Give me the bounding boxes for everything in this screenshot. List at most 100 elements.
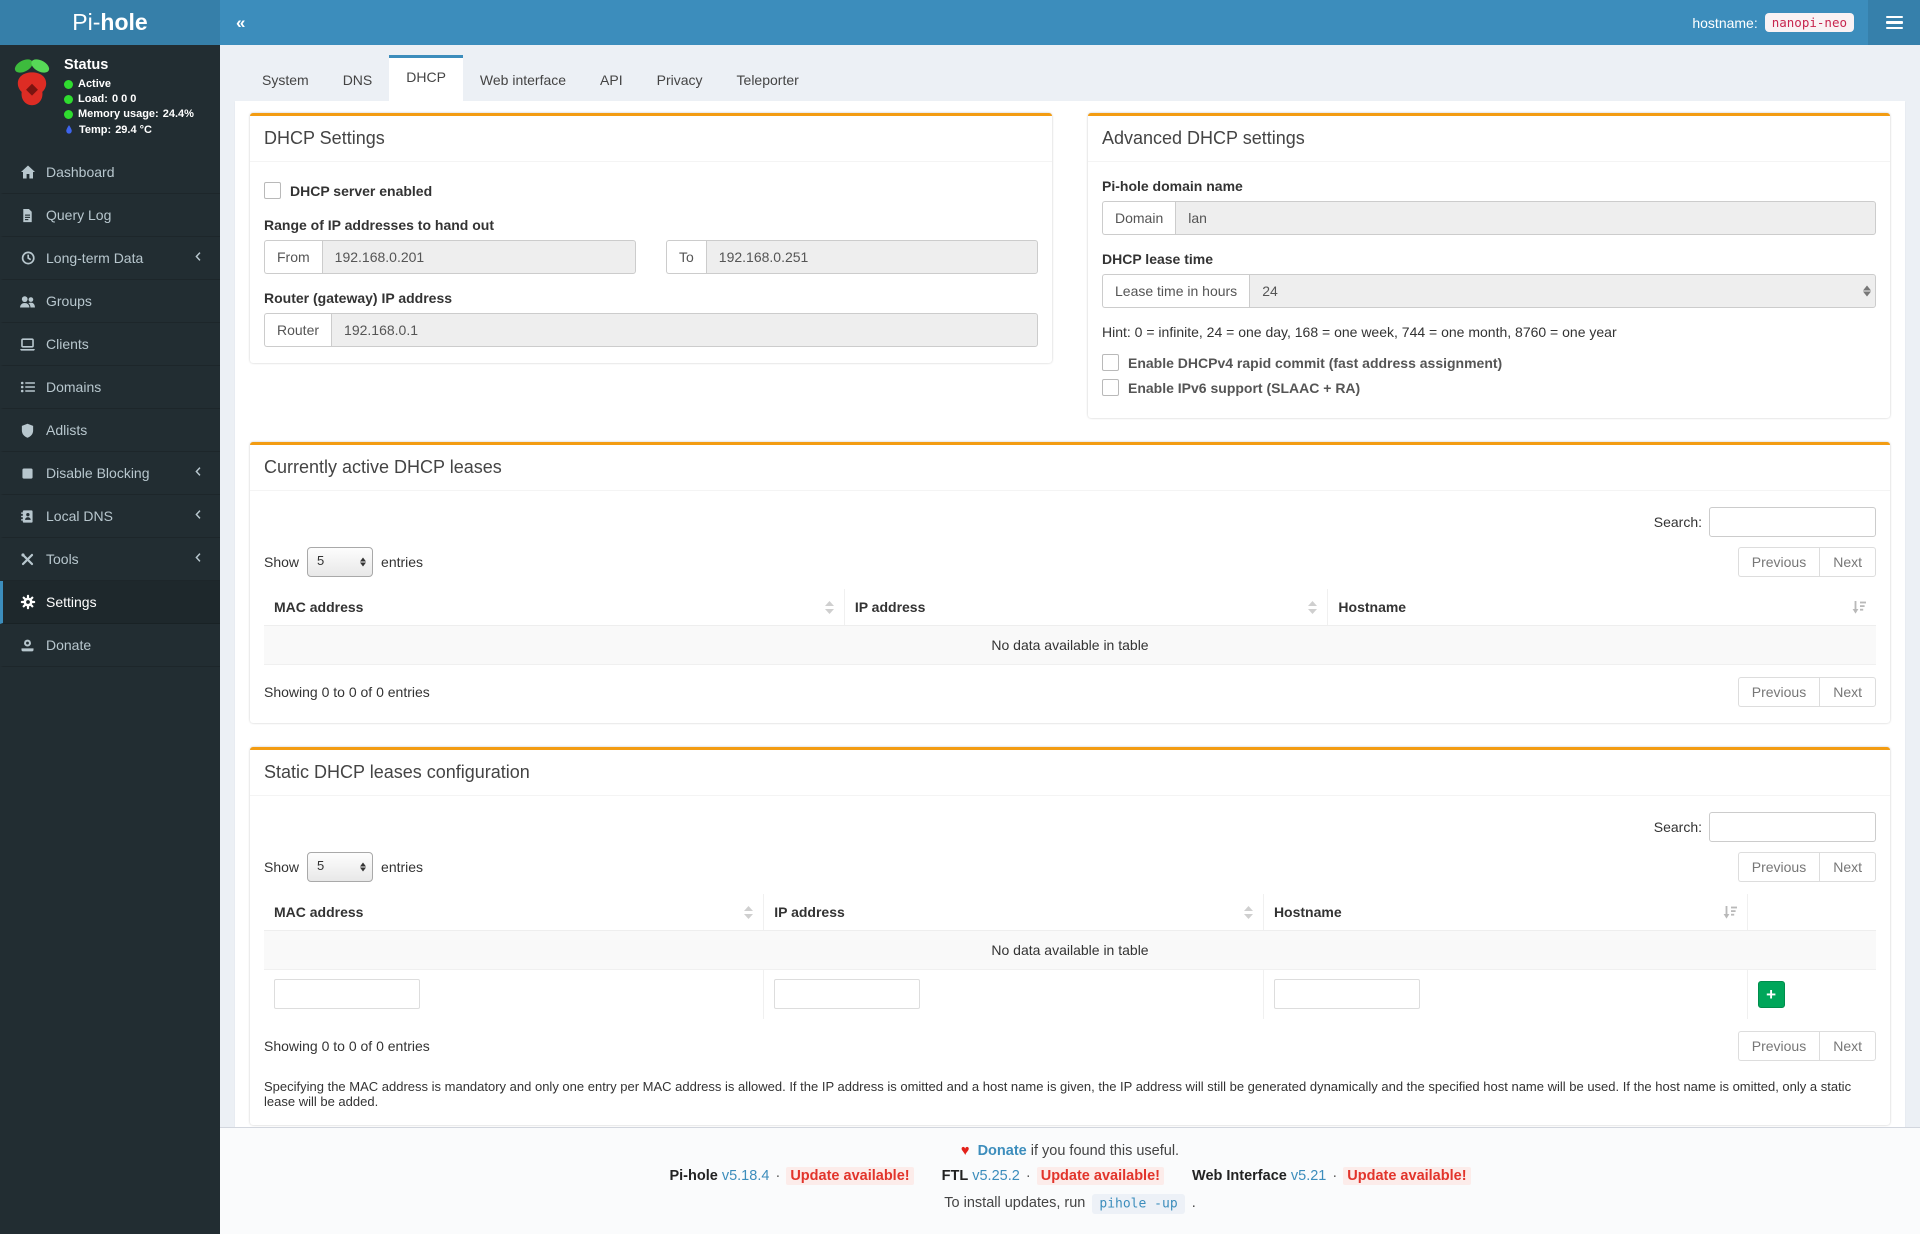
web-update-link[interactable]: Update available! — [1343, 1167, 1471, 1185]
from-addon: From — [264, 240, 322, 274]
col-hostname[interactable]: Hostname — [1262, 894, 1748, 931]
new-lease-input-row: + — [264, 969, 1876, 1019]
previous-button[interactable]: Previous — [1737, 677, 1820, 707]
ftl-version-link[interactable]: v5.25.2 — [972, 1168, 1020, 1184]
col-mac-address[interactable]: MAC address — [264, 894, 764, 931]
domain-input[interactable] — [1175, 201, 1876, 235]
next-button[interactable]: Next — [1819, 547, 1876, 577]
add-static-lease-button[interactable]: + — [1757, 980, 1785, 1008]
sidebar-item-groups[interactable]: Groups — [0, 280, 220, 323]
logo-text-hole: hole — [100, 9, 148, 35]
hostname-badge: nanopi-neo — [1764, 13, 1854, 32]
page-footer: ♥ Donate if you found this useful. Pi-ho… — [220, 1127, 1920, 1234]
sort-icon — [1243, 905, 1253, 919]
col-hostname[interactable]: Hostname — [1327, 589, 1876, 626]
static-leases-pager-bottom: Previous Next — [1737, 1031, 1876, 1061]
sidebar-item-clients[interactable]: Clients — [0, 323, 220, 366]
static-leases-title: Static DHCP leases configuration — [264, 762, 530, 782]
active-leases-pager-bottom: Previous Next — [1737, 677, 1876, 707]
sidebar-item-adlists[interactable]: Adlists — [0, 409, 220, 452]
lease-time-group: Lease time in hours — [1102, 274, 1876, 308]
dhcp-settings-title: DHCP Settings — [264, 128, 385, 148]
previous-button[interactable]: Previous — [1737, 1031, 1820, 1061]
active-leases-header: Currently active DHCP leases — [250, 445, 1890, 491]
sidebar-item-settings[interactable]: Settings — [0, 581, 220, 624]
pihole-update-link[interactable]: Update available! — [786, 1167, 914, 1185]
update-suffix: . — [1191, 1195, 1196, 1211]
dhcp-server-enabled-checkbox[interactable] — [264, 182, 281, 199]
sidebar-item-query-log[interactable]: Query Log — [0, 194, 220, 237]
product-pihole: Pi-hole v5.18.4 · Update available! — [669, 1167, 917, 1185]
next-button[interactable]: Next — [1819, 677, 1876, 707]
entries-label: entries — [381, 859, 424, 875]
sidebar-item-domains[interactable]: Domains — [0, 366, 220, 409]
stop-icon — [18, 466, 37, 481]
router-ip-input[interactable] — [331, 313, 1038, 347]
sidebar-item-local-dns[interactable]: Local DNS — [0, 495, 220, 538]
tab-privacy[interactable]: Privacy — [640, 55, 720, 101]
active-leases-search-input[interactable] — [1709, 507, 1876, 537]
tab-dhcp[interactable]: DHCP — [389, 55, 463, 101]
ipv6-support-checkbox[interactable] — [1102, 379, 1119, 396]
status-title: Status — [64, 57, 109, 73]
dhcp-settings-header: DHCP Settings — [250, 116, 1052, 162]
sort-amount-icon — [1852, 600, 1866, 614]
sidebar-item-tools[interactable]: Tools — [0, 538, 220, 581]
range-from-input[interactable] — [321, 240, 636, 274]
lease-hours-input[interactable] — [1249, 274, 1876, 308]
tab-web-interface[interactable]: Web interface — [463, 55, 583, 101]
web-version-link[interactable]: v5.21 — [1291, 1168, 1326, 1184]
rapid-commit-checkbox[interactable] — [1102, 354, 1119, 371]
col-ip-address[interactable]: IP address — [843, 589, 1328, 626]
temp-label: Temp: — [79, 123, 112, 136]
sidebar-item-dashboard[interactable]: Dashboard — [0, 151, 220, 194]
pihole-logo[interactable]: Pi-hole — [0, 0, 220, 45]
chevron-left-icon — [192, 250, 205, 266]
new-hostname-input[interactable] — [1273, 979, 1420, 1009]
update-prefix: To install updates, run — [944, 1195, 1086, 1211]
hamburger-menu-icon[interactable] — [1868, 0, 1920, 45]
lease-hint-text: Hint: 0 = infinite, 24 = one day, 168 = … — [1102, 324, 1617, 340]
sort-amount-icon — [1723, 905, 1737, 919]
col-mac-address[interactable]: MAC address — [264, 589, 845, 626]
advanced-settings-header: Advanced DHCP settings — [1088, 116, 1890, 162]
router-addon: Router — [264, 313, 332, 347]
donate-link[interactable]: Donate — [978, 1143, 1027, 1159]
tab-dns[interactable]: DNS — [326, 55, 390, 101]
raspberry-logo-icon — [14, 59, 50, 106]
static-leases-search-input[interactable] — [1709, 812, 1876, 842]
new-mac-input[interactable] — [274, 979, 420, 1009]
sidebar: Status Active Load: 0 0 0 Memory usage: … — [0, 45, 220, 1234]
load-value: 0 0 0 — [111, 93, 137, 105]
sidebar-item-donate[interactable]: Donate — [0, 624, 220, 667]
hostname-label: hostname: — [1692, 14, 1758, 31]
pihole-version-link[interactable]: v5.18.4 — [722, 1168, 770, 1184]
previous-button[interactable]: Previous — [1737, 547, 1820, 577]
showing-entries-text: Showing 0 to 0 of 0 entries — [264, 684, 430, 700]
next-button[interactable]: Next — [1819, 1031, 1876, 1061]
range-to-input[interactable] — [705, 240, 1038, 274]
new-ip-input[interactable] — [774, 979, 921, 1009]
logo-text-pi: Pi- — [72, 9, 101, 35]
sidebar-collapse-icon[interactable]: « — [220, 0, 261, 45]
static-leases-card: Static DHCP leases configuration Search:… — [250, 747, 1890, 1125]
entries-select[interactable]: 5 — [307, 852, 374, 882]
rapid-commit-label: Enable DHCPv4 rapid commit (fast address… — [1128, 354, 1503, 371]
domain-name-label: Pi-hole domain name — [1102, 178, 1243, 194]
number-spinner-icon[interactable] — [1863, 285, 1871, 297]
tab-api[interactable]: API — [583, 55, 640, 101]
pihole-admin-app: Pi-hole « hostname: nanopi-neo Status Ac… — [0, 0, 1920, 1234]
sidebar-item-disable-blocking[interactable]: Disable Blocking — [0, 452, 220, 495]
entries-select[interactable]: 5 — [307, 547, 374, 577]
donate-icon — [18, 638, 37, 653]
tab-system[interactable]: System — [245, 55, 326, 101]
lease-time-label: DHCP lease time — [1102, 251, 1214, 267]
content-wrapper: System DNS DHCP Web interface API Privac… — [220, 45, 1920, 1203]
previous-button[interactable]: Previous — [1737, 852, 1820, 882]
sidebar-item-long-term-data[interactable]: Long-term Data — [0, 237, 220, 280]
tab-teleporter[interactable]: Teleporter — [720, 55, 816, 101]
next-button[interactable]: Next — [1819, 852, 1876, 882]
gear-icon — [18, 594, 37, 610]
col-ip-address[interactable]: IP address — [763, 894, 1264, 931]
ftl-update-link[interactable]: Update available! — [1036, 1167, 1164, 1185]
